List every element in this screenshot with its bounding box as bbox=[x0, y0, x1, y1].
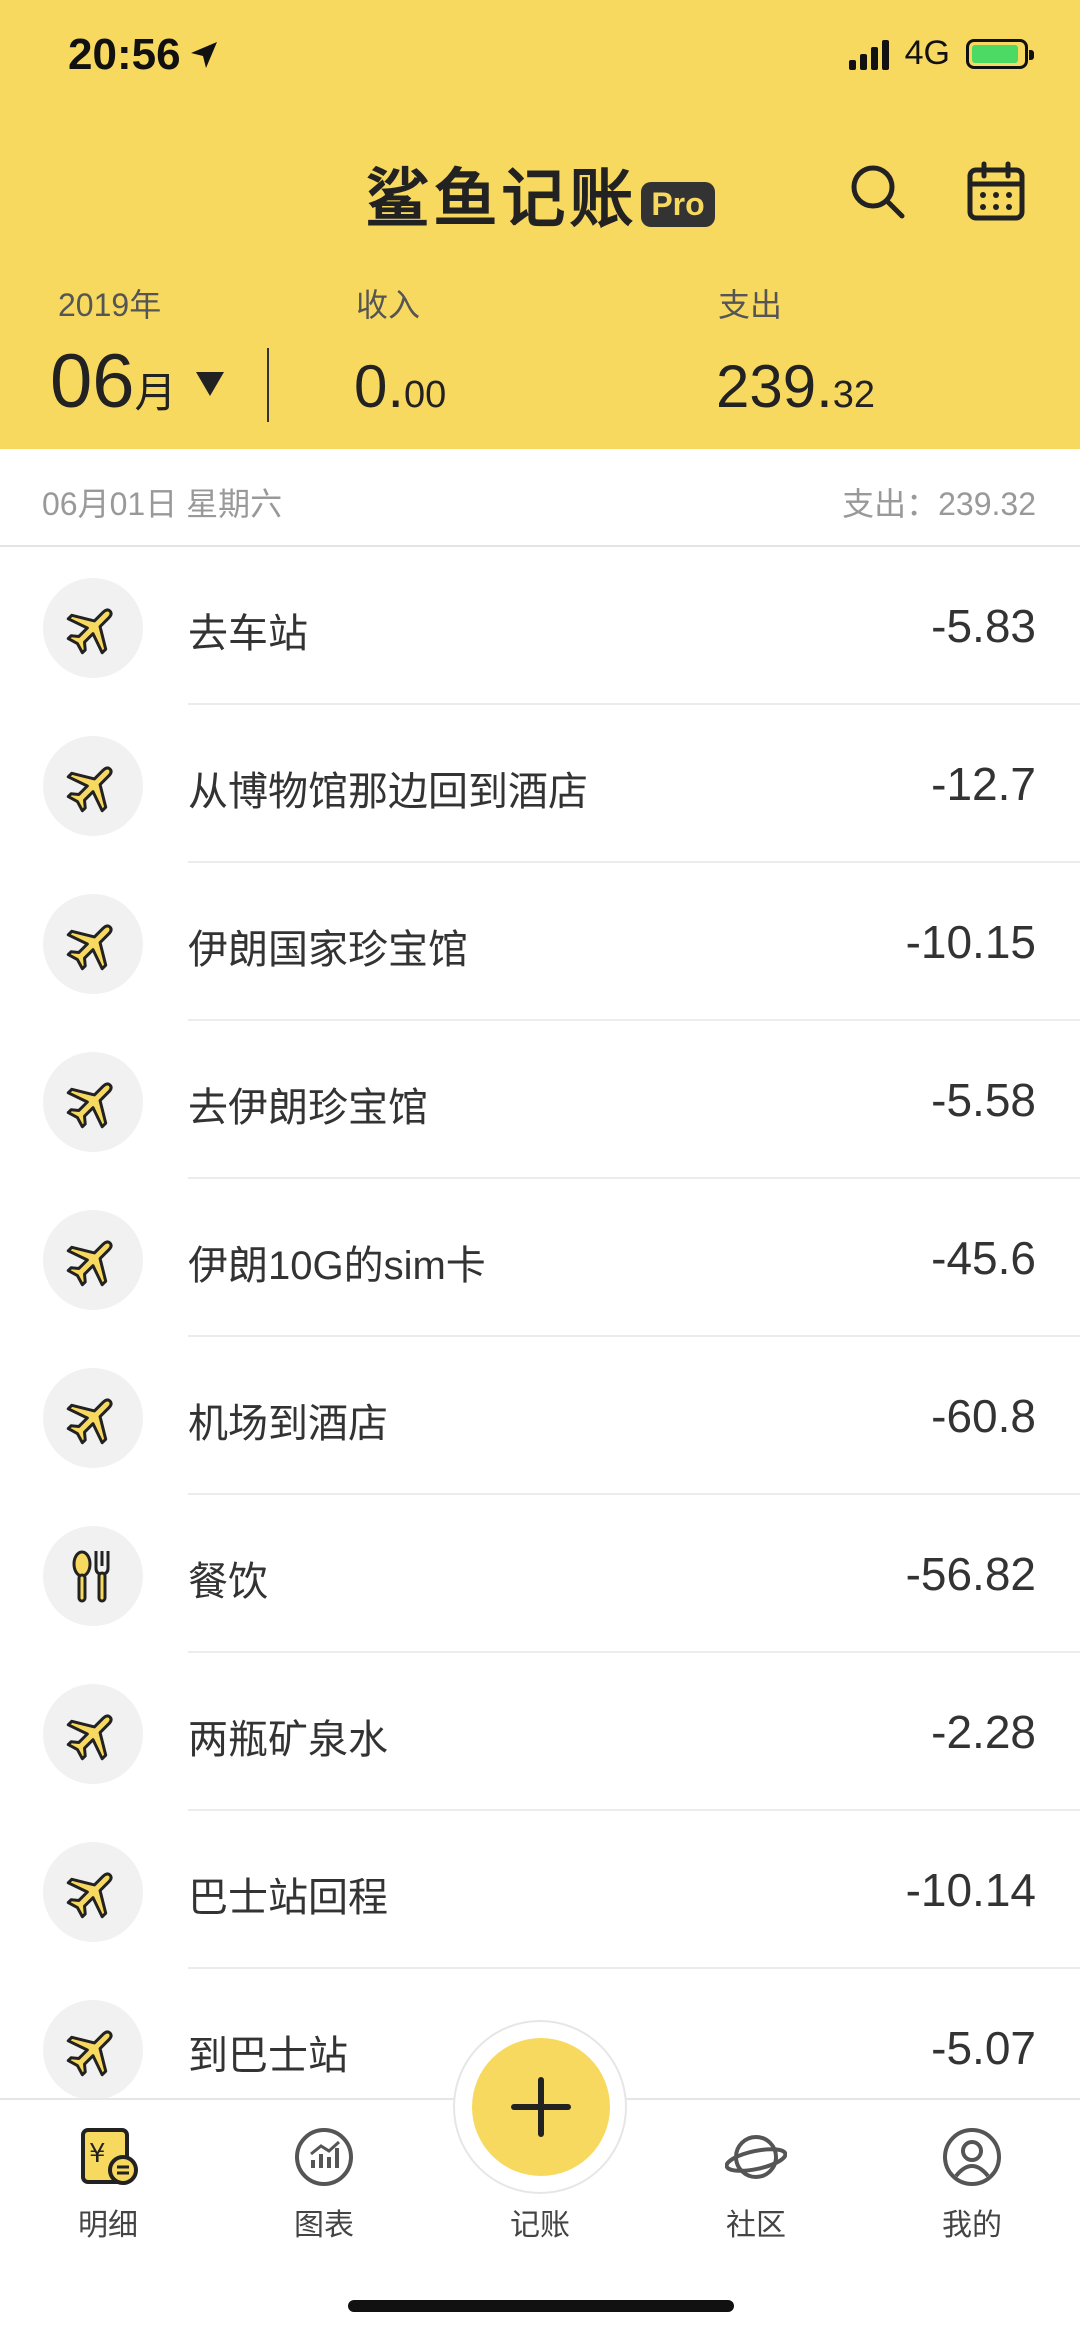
chart-icon bbox=[295, 2128, 353, 2186]
list-item[interactable]: 两瓶矿泉水 -2.28 bbox=[0, 1653, 1080, 1811]
item-amount: -5.07 bbox=[931, 2022, 1036, 2074]
list-item[interactable]: 去伊朗珍宝馆 -5.58 bbox=[0, 1021, 1080, 1179]
caret-down-icon[interactable] bbox=[196, 372, 224, 396]
airplane-icon bbox=[43, 1052, 143, 1152]
list-item[interactable]: 伊朗国家珍宝馆 -10.15 bbox=[0, 863, 1080, 1021]
planet-icon bbox=[725, 2135, 787, 2179]
tab-label: 社区 bbox=[726, 2209, 786, 2242]
airplane-icon bbox=[43, 1368, 143, 1468]
list-item[interactable]: 机场到酒店 -60.8 bbox=[0, 1337, 1080, 1495]
item-label: 伊朗国家珍宝馆 bbox=[188, 928, 468, 972]
item-amount: -12.7 bbox=[931, 758, 1036, 810]
tab-label: 我的 bbox=[942, 2209, 1002, 2242]
item-label: 从博物馆那边回到酒店 bbox=[188, 770, 588, 814]
item-amount: -45.6 bbox=[931, 1232, 1036, 1284]
status-time: 20:56 bbox=[68, 30, 219, 80]
list-item[interactable]: 巴士站回程 -10.14 bbox=[0, 1811, 1080, 1969]
transaction-list: 去车站 -5.83 从博物馆那边回到酒店 -12.7 伊朗国家珍宝馆 -10.1… bbox=[0, 547, 1080, 2127]
item-label: 去伊朗珍宝馆 bbox=[188, 1086, 428, 1130]
network-type: 4G bbox=[904, 34, 950, 72]
pro-badge: Pro bbox=[641, 181, 715, 227]
month-suffix: 月 bbox=[134, 369, 177, 416]
item-amount: -2.28 bbox=[931, 1706, 1036, 1758]
signal-icon bbox=[848, 38, 889, 70]
item-amount: -5.58 bbox=[931, 1074, 1036, 1126]
expense-int: 239. bbox=[716, 353, 833, 420]
tab-charts[interactable]: 图表 bbox=[254, 2126, 394, 2244]
item-label: 去车站 bbox=[188, 612, 308, 656]
user-icon bbox=[943, 2128, 1001, 2186]
header-divider bbox=[267, 348, 269, 422]
status-right: 4G bbox=[848, 34, 1034, 73]
income-value: 0.00 bbox=[354, 352, 446, 421]
ledger-icon: ¥ bbox=[81, 2128, 138, 2185]
item-label: 机场到酒店 bbox=[188, 1402, 388, 1446]
list-item[interactable]: 伊朗10G的sim卡 -45.6 bbox=[0, 1179, 1080, 1337]
home-indicator[interactable] bbox=[348, 2300, 734, 2312]
month-selector[interactable]: 06月 bbox=[50, 338, 177, 425]
item-label: 餐饮 bbox=[188, 1560, 268, 1604]
airplane-icon bbox=[43, 736, 143, 836]
add-record-button[interactable] bbox=[472, 2038, 610, 2176]
plus-icon bbox=[511, 2077, 571, 2137]
month-number: 06 bbox=[50, 339, 135, 424]
airplane-icon bbox=[43, 578, 143, 678]
list-item[interactable]: 从博物馆那边回到酒店 -12.7 bbox=[0, 705, 1080, 863]
expense-value: 239.32 bbox=[716, 352, 875, 421]
airplane-icon bbox=[43, 1684, 143, 1784]
clock: 20:56 bbox=[68, 30, 181, 79]
airplane-icon bbox=[43, 2000, 143, 2100]
expense-label: 支出 bbox=[718, 287, 783, 323]
airplane-icon bbox=[43, 1842, 143, 1942]
list-item[interactable]: 去车站 -5.83 bbox=[0, 547, 1080, 705]
header: 20:56 4G 鲨鱼记账 Pro 2019年 06月 收入 0.00 支出 23… bbox=[0, 0, 1080, 449]
item-label: 两瓶矿泉水 bbox=[188, 1718, 388, 1762]
airplane-icon bbox=[43, 1210, 143, 1310]
search-icon[interactable] bbox=[846, 160, 910, 224]
app-title-text: 鲨鱼记账 bbox=[365, 163, 638, 235]
item-label: 到巴士站 bbox=[188, 2034, 348, 2078]
list-item[interactable]: 餐饮 -56.82 bbox=[0, 1495, 1080, 1653]
day-date: 06月01日 星期六 bbox=[42, 486, 283, 522]
tab-details[interactable]: ¥ 明细 bbox=[38, 2126, 178, 2244]
airplane-icon bbox=[43, 894, 143, 994]
battery-icon bbox=[966, 38, 1034, 69]
item-amount: -56.82 bbox=[905, 1548, 1036, 1600]
day-total: 支出：239.32 bbox=[842, 486, 1036, 522]
day-header: 06月01日 星期六 支出：239.32 bbox=[0, 449, 1080, 547]
item-amount: -60.8 bbox=[931, 1390, 1036, 1442]
tab-label: 明细 bbox=[78, 2209, 138, 2242]
item-label: 巴士站回程 bbox=[188, 1876, 388, 1920]
expense-dec: 32 bbox=[832, 374, 876, 416]
tab-community[interactable]: 社区 bbox=[686, 2126, 826, 2244]
item-amount: -5.83 bbox=[931, 600, 1036, 652]
svg-text:¥: ¥ bbox=[89, 2139, 106, 2169]
tab-label: 图表 bbox=[294, 2209, 354, 2242]
add-label: 记账 bbox=[510, 2209, 570, 2242]
income-dec: 00 bbox=[404, 374, 447, 416]
income-label: 收入 bbox=[356, 287, 421, 323]
item-label: 伊朗10G的sim卡 bbox=[188, 1244, 486, 1288]
calendar-icon[interactable] bbox=[964, 160, 1028, 224]
app-title: 鲨鱼记账 Pro bbox=[0, 148, 1080, 240]
year-label: 2019年 bbox=[58, 287, 162, 323]
item-amount: -10.15 bbox=[905, 916, 1036, 968]
income-int: 0. bbox=[354, 353, 405, 420]
item-amount: -10.14 bbox=[905, 1864, 1036, 1916]
location-arrow-icon bbox=[190, 42, 217, 68]
tab-mine[interactable]: 我的 bbox=[902, 2126, 1042, 2244]
utensils-icon bbox=[43, 1526, 143, 1626]
